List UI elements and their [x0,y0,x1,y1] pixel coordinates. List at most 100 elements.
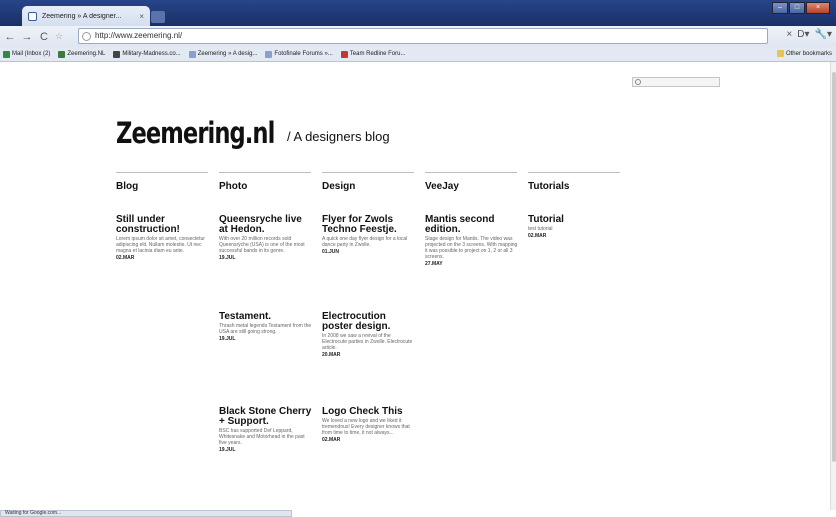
blog-post: Black Stone Cherry + Support. BSC has sup… [219,407,313,454]
back-button[interactable]: ← [4,31,16,43]
post-title-link[interactable]: Electrocution poster design. [322,312,416,332]
site-tagline: / A designers blog [287,129,390,144]
column-divider [528,172,620,173]
post-title-link[interactable]: Logo Check This [322,407,416,417]
column-divider [425,172,517,173]
page-info-icon [82,32,91,41]
category-column: Blog [116,172,208,205]
category-column: Photo [219,172,311,205]
close-window-button[interactable]: × [806,2,830,14]
browser-toolbar: ← → C ☆ http://www.zeemering.nl/ × D▾ 🔧▾ [0,26,836,47]
tab-zeemering[interactable]: Zeemering » A designer... × [22,6,150,26]
category-title[interactable]: Photo [219,181,311,205]
page-icon [265,50,273,58]
post-excerpt: BSC has supported Def Leppard, Whitesnak… [219,428,305,446]
blog-post: Still under construction! Lorem ipsum dol… [116,215,210,262]
blog-post: Logo Check This We loved a new logo and w… [322,407,416,444]
category-title[interactable]: Design [322,181,414,205]
page-menu-button[interactable]: D▾ [797,29,809,40]
search-input[interactable] [632,77,720,87]
bookmarks-bar: Mail (Inbox (2) Zeemering.NL Military-Madn… [0,47,836,62]
post-title-link[interactable]: Mantis second edition. [425,215,519,235]
maximize-button[interactable]: □ [789,2,805,14]
post-date: 02.MAR [528,233,547,239]
post-date: 02.MAR [322,437,341,443]
post-date: 20.MAR [322,352,341,358]
tab-close-icon[interactable]: × [139,12,144,21]
bird-icon [340,50,348,58]
post-title-link[interactable]: Tutorial [528,215,622,225]
category-column: VeeJay [425,172,517,205]
blog-post: Tutorial test tutorial 02.MAR [528,215,622,240]
window-controls: – □ × [772,2,830,14]
tab-title: Zeemering » A designer... [42,12,122,20]
post-date: 19.JUL [219,255,236,261]
category-column: Design [322,172,414,205]
blog-post: Mantis second edition. Stage design for M… [425,215,519,268]
browser-titlebar: Zeemering » A designer... × – □ × [0,0,836,26]
blog-post: Testament. Thrash metal legends Testament… [219,312,313,343]
post-excerpt: Lorem ipsum dolor sit amet, consectetur … [116,236,205,254]
post-excerpt: test tutorial [528,226,553,232]
bookmark-star-icon[interactable]: ☆ [55,31,63,42]
bookmark-label: Fotofinale Forums »... [274,51,333,57]
post-excerpt: Thrash metal legends Testament from the … [219,323,312,335]
post-date: 19.JUL [219,336,236,342]
other-bookmarks[interactable]: Other bookmarks [776,50,832,57]
bookmark-label: Zeemering.NL [67,51,106,57]
category-title[interactable]: Blog [116,181,208,205]
address-url: http://www.zeemering.nl/ [95,31,183,40]
new-tab-button[interactable] [151,11,165,23]
bookmark-item[interactable]: Zeemering » A desig... [188,50,258,58]
blog-post: Flyer for Zwols Techno Feestje. A quick o… [322,215,416,256]
bookmark-item[interactable]: Zeemering.NL [58,50,106,58]
column-divider [116,172,208,173]
site-logo[interactable]: Zeemering.nl [116,116,275,150]
post-excerpt: We loved a new logo and we liked it trem… [322,418,410,436]
bookmark-item[interactable]: Military-Madness.co... [113,50,181,58]
post-excerpt: In 2008 we saw a revival of the Electroc… [322,333,413,351]
bookmark-label: Mail (Inbox (2) [12,51,51,57]
wrench-menu-button[interactable]: 🔧▾ [815,29,832,40]
bookmark-item[interactable]: Mail (Inbox (2) [3,50,51,58]
gmail-icon [3,50,10,58]
page-favicon-icon [28,11,37,21]
post-title-link[interactable]: Still under construction! [116,215,210,235]
bookmark-item[interactable]: Team Redline Foru... [340,50,405,58]
category-title[interactable]: VeeJay [425,181,517,205]
bookmark-label: Zeemering » A desig... [197,51,258,57]
category-column: Tutorials [528,172,620,205]
post-title-link[interactable]: Testament. [219,312,313,322]
forward-button[interactable]: → [21,31,33,43]
post-title-link[interactable]: Flyer for Zwols Techno Feestje. [322,215,416,235]
post-title-link[interactable]: Queensryche live at Hedon. [219,215,313,235]
blog-post: Electrocution poster design. In 2008 we s… [322,312,416,359]
toolbar-right: × D▾ 🔧▾ [786,29,832,40]
post-excerpt: With over 20 million records sold Queens… [219,236,305,254]
page-viewport: Zeemering.nl / A designers blog Blog Stil… [0,62,830,510]
post-date: 01.JUN [322,249,339,255]
bookmark-item[interactable]: Fotofinale Forums »... [265,50,333,58]
category-title[interactable]: Tutorials [528,181,620,205]
post-excerpt: A quick one day flyer design for a local… [322,236,408,248]
scrollbar-thumb[interactable] [832,72,836,462]
globe-icon [113,50,121,58]
column-divider [322,172,414,173]
post-date: 19.JUL [219,447,236,453]
address-bar[interactable]: http://www.zeemering.nl/ [78,28,768,44]
column-divider [219,172,311,173]
search-icon [635,79,641,85]
site-icon [58,50,66,58]
vertical-scrollbar[interactable] [830,62,836,510]
status-bar: Waiting for Google.com... [0,510,292,517]
reload-button[interactable]: C [38,31,50,43]
post-date: 27.MAY [425,261,443,267]
blog-post: Queensryche live at Hedon. With over 20 m… [219,215,313,262]
other-bookmarks-label: Other bookmarks [785,50,832,57]
post-excerpt: Stage design for Mantis. The video was p… [425,236,518,260]
minimize-button[interactable]: – [772,2,788,14]
bookmark-label: Military-Madness.co... [122,51,181,57]
post-title-link[interactable]: Black Stone Cherry + Support. [219,407,313,427]
post-date: 02.MAR [116,255,135,261]
stop-button[interactable]: × [786,29,792,40]
